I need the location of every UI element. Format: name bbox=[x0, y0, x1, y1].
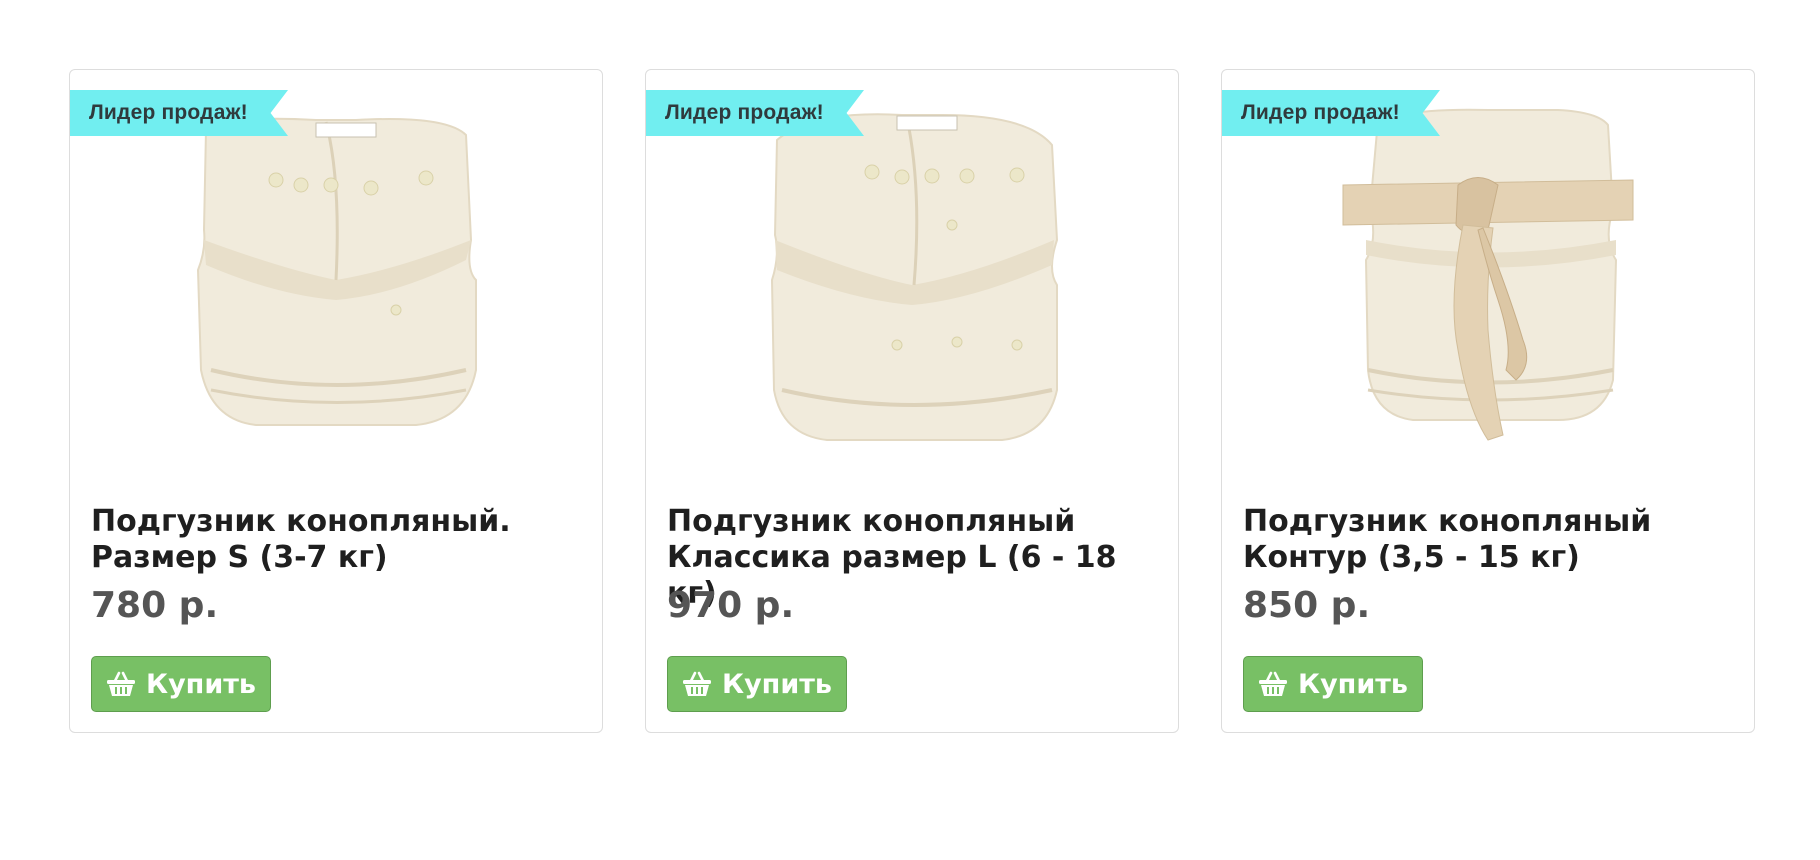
product-price: 850 р. bbox=[1243, 585, 1371, 626]
basket-icon bbox=[1258, 671, 1288, 697]
buy-button-label: Купить bbox=[722, 668, 832, 700]
product-card[interactable]: Лидер продаж! Подгузник конопляный. Разм… bbox=[69, 69, 603, 733]
basket-icon bbox=[106, 671, 136, 697]
bestseller-badge: Лидер продаж! bbox=[70, 90, 288, 136]
product-title[interactable]: Подгузник конопляный. Размер S (3-7 кг) bbox=[91, 504, 584, 576]
product-price: 780 р. bbox=[91, 585, 219, 626]
product-card[interactable]: Лидер продаж! Подгузник конопляный Конту… bbox=[1221, 69, 1755, 733]
product-title[interactable]: Подгузник конопляный Контур (3,5 - 15 кг… bbox=[1243, 504, 1736, 576]
buy-button[interactable]: Купить bbox=[667, 656, 847, 712]
badge-label: Лидер продаж! bbox=[1241, 101, 1400, 124]
product-image[interactable] bbox=[70, 90, 602, 510]
diaper-ties-image bbox=[1342, 108, 1634, 441]
buy-button[interactable]: Купить bbox=[91, 656, 271, 712]
buy-button-label: Купить bbox=[1298, 668, 1408, 700]
product-image[interactable] bbox=[646, 90, 1178, 510]
buy-button[interactable]: Купить bbox=[1243, 656, 1423, 712]
diaper-snaps-large-image bbox=[770, 113, 1059, 441]
diaper-snaps-image bbox=[196, 117, 477, 426]
product-price: 970 р. bbox=[667, 585, 795, 626]
product-image[interactable] bbox=[1222, 90, 1754, 510]
badge-label: Лидер продаж! bbox=[89, 101, 248, 124]
badge-label: Лидер продаж! bbox=[665, 101, 824, 124]
buy-button-label: Купить bbox=[146, 668, 256, 700]
product-grid: Лидер продаж! Подгузник конопляный. Разм… bbox=[69, 69, 1755, 733]
bestseller-badge: Лидер продаж! bbox=[646, 90, 864, 136]
bestseller-badge: Лидер продаж! bbox=[1222, 90, 1440, 136]
basket-icon bbox=[682, 671, 712, 697]
product-card[interactable]: Лидер продаж! Подгузник конопляный Класс… bbox=[645, 69, 1179, 733]
